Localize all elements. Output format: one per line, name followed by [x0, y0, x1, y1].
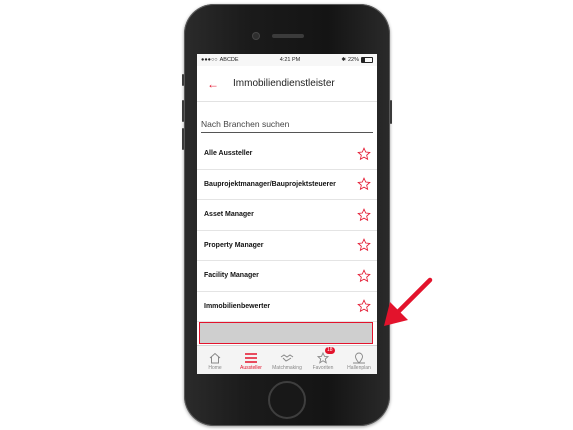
list-item-label: Asset Manager	[204, 211, 254, 219]
list-item-label: Alle Aussteller	[204, 150, 253, 158]
tab-label: Hallenplan	[347, 365, 371, 371]
category-list: Alle Aussteller Bauprojektmanager/Baupro…	[197, 139, 377, 322]
list-item[interactable]: Facility Manager	[197, 261, 377, 292]
list-item[interactable]: Bauprojektmanager/Bauprojektsteuerer	[197, 170, 377, 200]
menu-icon	[245, 353, 257, 363]
battery-icon	[361, 57, 373, 63]
navigation-bar: ← Immobiliendienstleister	[197, 66, 377, 102]
tab-home[interactable]: Home	[197, 346, 233, 374]
tab-matchmaking[interactable]: Matchmaking	[269, 346, 305, 374]
list-item-label: Property Manager	[204, 241, 264, 249]
back-arrow-icon[interactable]: ←	[207, 78, 223, 90]
star-outline-icon[interactable]	[357, 177, 371, 191]
battery-percent: 22%	[347, 57, 359, 63]
carrier-label: ABCDE	[219, 57, 239, 63]
star-outline-icon[interactable]	[357, 299, 371, 313]
tab-label: Favoriten	[312, 365, 334, 371]
home-button[interactable]	[268, 381, 306, 419]
list-item-label: Immobilienbewerter	[204, 302, 271, 310]
bluetooth-icon: ✱	[341, 57, 346, 63]
app-screen: ●●●○○ ABCDE 4:21 PM ✱ 22% ← Immobiliendi…	[197, 54, 377, 374]
power-button	[390, 100, 392, 124]
tab-hallenplan[interactable]: Hallenplan	[341, 346, 377, 374]
list-item-label: Facility Manager	[204, 272, 259, 280]
search-container	[197, 102, 377, 133]
list-item[interactable]: Immobilienbewerter	[197, 292, 377, 322]
list-item[interactable]: Property Manager	[197, 231, 377, 261]
mute-switch	[182, 74, 184, 86]
volume-up-button	[182, 100, 184, 122]
home-icon	[209, 352, 221, 364]
signal-icon: ●●●○○	[201, 57, 218, 63]
list-item-label: Bauprojektmanager/Bauprojektsteuerer	[204, 180, 336, 188]
search-input[interactable]	[201, 117, 373, 133]
star-outline-icon[interactable]	[357, 238, 371, 252]
map-pin-icon	[353, 352, 365, 364]
tab-favoriten[interactable]: 18 Favoriten	[305, 346, 341, 374]
star-outline-icon[interactable]	[357, 146, 371, 161]
tab-aussteller[interactable]: Aussteller	[233, 346, 269, 374]
status-time: 4:21 PM	[279, 57, 301, 63]
bottom-tab-bar: Home Aussteller Matchmaking 18 Favoriten…	[197, 345, 377, 374]
page-title: Immobiliendienstleister	[233, 78, 335, 89]
status-bar: ●●●○○ ABCDE 4:21 PM ✱ 22%	[197, 54, 377, 66]
red-pointer-arrow-icon	[384, 277, 433, 326]
star-outline-icon[interactable]	[357, 207, 371, 222]
highlighted-placeholder-area	[199, 322, 373, 344]
favorites-count-badge: 18	[325, 347, 335, 354]
handshake-icon	[280, 354, 294, 362]
tab-label: Matchmaking	[272, 365, 302, 371]
earpiece-speaker	[272, 34, 304, 38]
volume-down-button	[182, 128, 184, 150]
tab-label: Aussteller	[240, 365, 262, 371]
front-camera	[252, 32, 260, 40]
tab-label: Home	[208, 365, 222, 371]
list-item[interactable]: Alle Aussteller	[197, 139, 377, 170]
list-item[interactable]: Asset Manager	[197, 200, 377, 231]
star-outline-icon[interactable]	[357, 268, 371, 283]
